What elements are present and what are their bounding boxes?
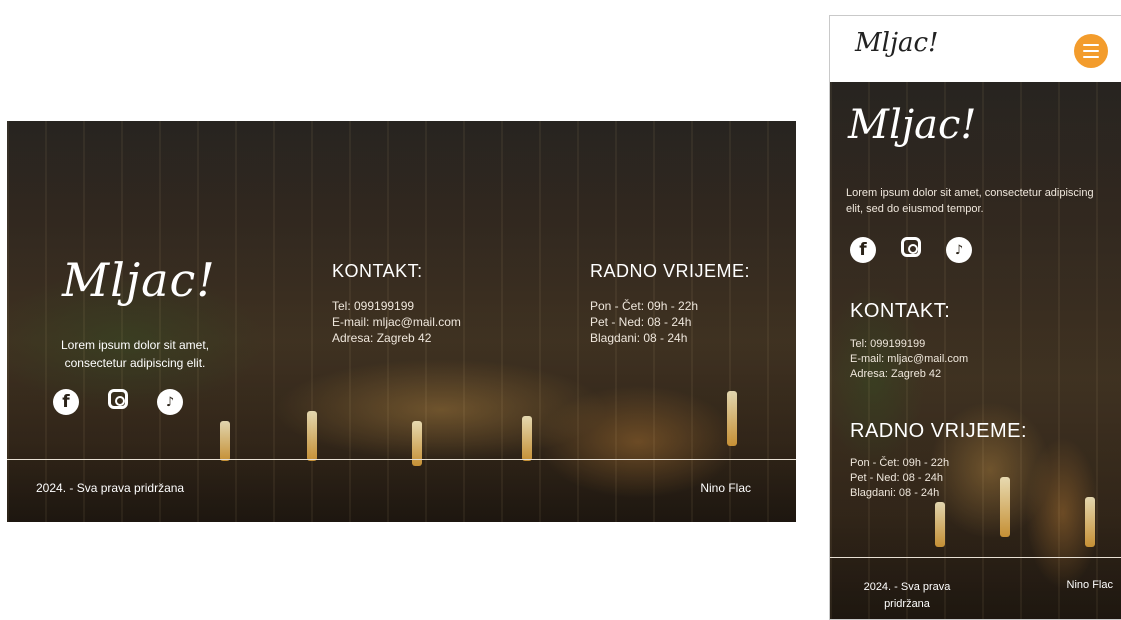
contact-heading: KONTAKT: xyxy=(850,300,951,322)
logo-text: Mljac! xyxy=(62,253,216,307)
mobile-footer: Mljac! Lorem ipsum dolor sit amet, conse… xyxy=(830,82,1121,619)
light-glow xyxy=(1000,477,1010,537)
contact-email[interactable]: E-mail: mljac@mail.com xyxy=(850,352,968,367)
hours-weekend: Pet - Ned: 08 - 24h xyxy=(850,472,943,484)
light-glow xyxy=(935,502,945,547)
social-links: f ♪ xyxy=(850,237,972,263)
hours-details: Pon - Čet: 09h - 22h Pet - Ned: 08 - 24h… xyxy=(850,456,949,501)
hours-weekdays: Pon - Čet: 09h - 22h xyxy=(590,299,699,313)
facebook-icon[interactable]: f xyxy=(850,237,876,263)
contact-heading: KONTAKT: xyxy=(332,261,423,281)
footer-divider xyxy=(7,459,796,460)
light-glow xyxy=(727,391,737,446)
author-credit: Nino Flac xyxy=(700,481,751,495)
author-credit: Nino Flac xyxy=(1066,579,1113,591)
contact-address: Adresa: Zagreb 42 xyxy=(850,368,942,380)
about-text: Lorem ipsum dolor sit amet, consectetur … xyxy=(60,338,210,370)
light-glow xyxy=(1085,497,1095,547)
footer-logo[interactable]: Mljac! xyxy=(62,253,216,307)
footer-logo[interactable]: Mljac! xyxy=(848,102,976,148)
copyright-text: 2024. - Sva prava pridržana xyxy=(36,481,185,495)
light-glow xyxy=(522,416,532,461)
mobile-header: Mljac! xyxy=(830,16,1121,82)
hours-weekend: Pet - Ned: 08 - 24h xyxy=(590,315,692,329)
hours-heading: RADNO VRIJEME: xyxy=(590,261,751,281)
contact-email[interactable]: E-mail: mljac@mail.com xyxy=(332,314,461,330)
hours-details: Pon - Čet: 09h - 22h Pet - Ned: 08 - 24h… xyxy=(590,298,698,346)
contact-phone[interactable]: Tel: 099199199 xyxy=(850,337,968,352)
facebook-icon[interactable]: f xyxy=(53,389,79,415)
light-glow xyxy=(220,421,230,461)
desktop-footer: Mljac! Lorem ipsum dolor sit amet, conse… xyxy=(7,121,796,522)
tiktok-icon[interactable]: ♪ xyxy=(946,237,972,263)
contact-details: Tel: 099199199 E-mail: mljac@mail.com Ad… xyxy=(332,298,461,346)
hours-weekdays: Pon - Čet: 09h - 22h xyxy=(850,457,950,469)
social-links: f ♪ xyxy=(53,389,183,415)
instagram-icon[interactable] xyxy=(108,389,128,409)
about-text: Lorem ipsum dolor sit amet, consectetur … xyxy=(846,187,1094,215)
instagram-icon[interactable] xyxy=(901,237,921,257)
hours-holidays: Blagdani: 08 - 24h xyxy=(850,487,940,499)
contact-details: Tel: 099199199 E-mail: mljac@mail.com Ad… xyxy=(850,337,968,382)
hours-heading: RADNO VRIJEME: xyxy=(850,420,1028,442)
footer-divider xyxy=(830,557,1121,558)
header-logo[interactable]: Mljac! xyxy=(855,28,939,58)
contact-phone[interactable]: Tel: 099199199 xyxy=(332,298,461,314)
mobile-preview: Mljac! Mljac! Lorem ipsum dolor sit amet… xyxy=(829,15,1121,620)
hours-holidays: Blagdani: 08 - 24h xyxy=(590,331,688,345)
light-glow xyxy=(307,411,317,461)
contact-address: Adresa: Zagreb 42 xyxy=(332,331,432,345)
tiktok-icon[interactable]: ♪ xyxy=(157,389,183,415)
hamburger-menu-icon[interactable] xyxy=(1074,34,1108,68)
copyright-text: 2024. - Sva prava pridržana xyxy=(863,581,951,610)
